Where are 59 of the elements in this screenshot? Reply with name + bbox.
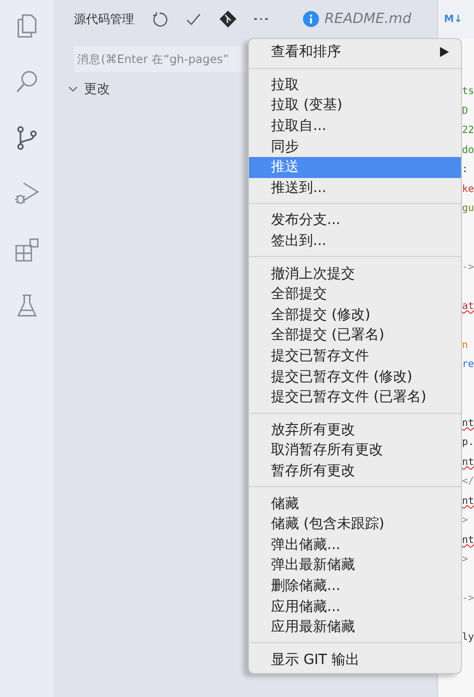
- code-text: :: [462, 164, 468, 175]
- menu-item[interactable]: 全部提交: [249, 284, 461, 305]
- code-text: ke: [462, 184, 474, 194]
- menu-item[interactable]: 查看和排序: [249, 42, 461, 63]
- menu-item[interactable]: 放弃所有更改: [249, 420, 461, 440]
- menu-item[interactable]: 应用储藏...: [249, 596, 461, 617]
- search-icon[interactable]: [14, 69, 40, 95]
- menu-item[interactable]: 签出到...: [249, 230, 461, 252]
- code-text: ->: [462, 262, 474, 272]
- menu-item[interactable]: 拉取 (变基): [249, 95, 461, 116]
- code-text: nt: [462, 456, 474, 468]
- code-text: do: [462, 144, 474, 156]
- menu-item[interactable]: 提交已暂存文件 (修改): [249, 366, 461, 387]
- extensions-icon[interactable]: [14, 237, 40, 263]
- code-text: </: [462, 476, 474, 487]
- code-text: at: [462, 300, 474, 312]
- refresh-icon[interactable]: [151, 10, 168, 28]
- code-text: re: [462, 359, 474, 370]
- menu-item[interactable]: 拉取: [249, 74, 461, 96]
- code-text: nt: [462, 496, 474, 506]
- menu-item[interactable]: 撤消上次提交: [249, 263, 461, 284]
- menu-item[interactable]: 全部提交 (已署名): [249, 325, 461, 346]
- panel-title: 源代码管理: [74, 10, 134, 28]
- git-icon[interactable]: [219, 10, 237, 28]
- menu-item[interactable]: 弹出储藏...: [249, 534, 461, 556]
- menu-item[interactable]: 取消暂存所有更改: [249, 440, 461, 461]
- menu-item[interactable]: 应用最新储藏: [249, 616, 461, 638]
- code-text: >: [462, 554, 468, 565]
- code-text: ->: [462, 593, 474, 604]
- menu-item[interactable]: 暂存所有更改: [249, 460, 461, 482]
- code-text: ly: [462, 632, 474, 643]
- code-text: gu: [462, 203, 474, 214]
- code-text: n: [462, 340, 468, 350]
- chevron-icon: [68, 84, 78, 94]
- menu-item[interactable]: 全部提交 (修改): [249, 304, 461, 326]
- code-text: p.: [462, 437, 474, 448]
- changes-section-header[interactable]: 更改: [68, 80, 110, 98]
- menu-item[interactable]: 弹出最新储藏: [249, 555, 461, 576]
- info-icon: [302, 11, 318, 27]
- code-text: nt: [462, 418, 474, 428]
- menu-item[interactable]: 发布分支...: [249, 210, 461, 231]
- menu-item[interactable]: 拉取自...: [249, 116, 461, 136]
- menu-item[interactable]: 同步: [249, 136, 461, 157]
- code-text: >: [462, 515, 468, 526]
- menu-item[interactable]: 显示 GIT 输出: [249, 649, 461, 670]
- code-text: nt: [462, 534, 474, 546]
- menu-item[interactable]: 储藏: [249, 493, 461, 514]
- submenu-arrow-icon: [439, 47, 449, 58]
- run-debug-icon[interactable]: [14, 181, 40, 207]
- code-text: 22: [462, 125, 474, 136]
- code-text: ts: [462, 86, 474, 97]
- menu-item[interactable]: 储藏 (包含未跟踪): [249, 514, 461, 534]
- editor-tab[interactable]: README.md: [296, 7, 418, 31]
- menu-item[interactable]: 删除储藏...: [249, 576, 461, 596]
- menu-item[interactable]: 提交已暂存文件 (已署名): [249, 386, 461, 408]
- message-field[interactable]: 消息(⌘Enter 在“gh-pages”: [74, 46, 246, 72]
- menu-item[interactable]: 推送到...: [249, 178, 461, 198]
- menu-item[interactable]: 提交已暂存文件: [249, 346, 461, 366]
- code-text: D: [462, 106, 468, 116]
